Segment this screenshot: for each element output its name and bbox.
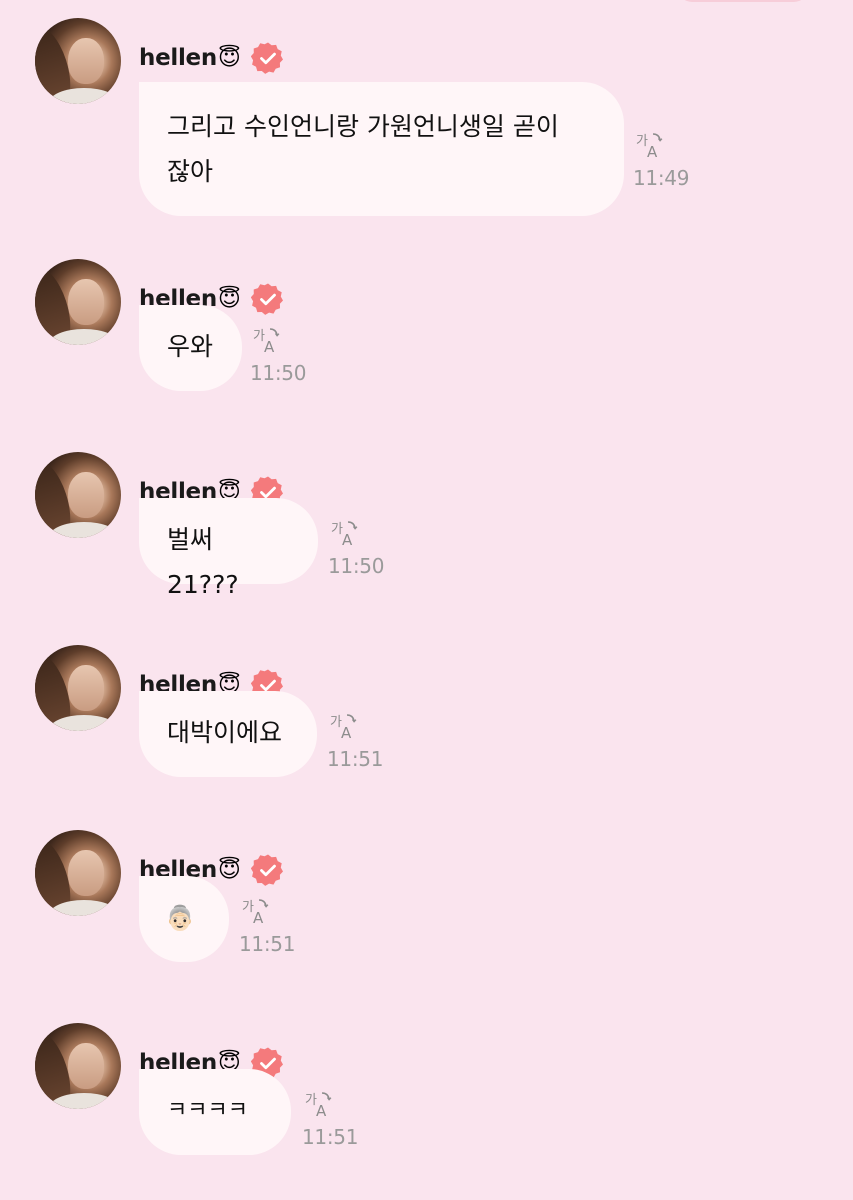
message-meta: 가 A 11:50	[328, 518, 384, 578]
translate-icon[interactable]: 가 A	[252, 325, 282, 355]
message-time: 11:51	[302, 1125, 359, 1149]
translate-icon[interactable]: 가 A	[330, 518, 360, 548]
translate-icon[interactable]: 가 A	[635, 130, 665, 160]
svg-text:A: A	[264, 338, 275, 355]
message-meta: 가 A 11:51	[327, 711, 383, 771]
sender-avatar[interactable]	[35, 259, 121, 345]
message-time: 11:49	[633, 166, 690, 190]
message-meta: 가 A 11:49	[633, 130, 689, 190]
verified-badge-icon	[250, 854, 283, 886]
old-woman-emoji: 👵🏻	[165, 904, 195, 932]
message-bubble[interactable]: 👵🏻	[139, 876, 229, 962]
message-bubble[interactable]: 벌써 21???	[139, 498, 318, 599]
sender-name[interactable]: hellen😇	[139, 45, 241, 71]
sender-avatar[interactable]	[35, 452, 121, 538]
message-bubble[interactable]: 그리고 수인언니랑 가원언니생일 곧이 잖아	[139, 82, 624, 216]
verified-badge-icon	[250, 42, 283, 74]
svg-text:A: A	[342, 531, 353, 548]
translate-icon[interactable]: 가 A	[304, 1089, 334, 1119]
verified-badge-icon	[250, 283, 283, 315]
message-meta: 가 A 11:51	[302, 1089, 358, 1149]
previous-message-bubble-edge	[678, 0, 808, 2]
sender-name-row: hellen😇	[139, 42, 285, 74]
sender-avatar[interactable]	[35, 18, 121, 104]
translate-icon[interactable]: 가 A	[241, 896, 271, 926]
message-time: 11:51	[239, 932, 296, 956]
svg-text:A: A	[253, 909, 264, 926]
svg-text:A: A	[341, 724, 352, 741]
message-bubble[interactable]: 대박이에요	[139, 691, 317, 777]
message-time: 11:50	[250, 361, 307, 385]
translate-icon[interactable]: 가 A	[329, 711, 359, 741]
sender-avatar[interactable]	[35, 1023, 121, 1109]
message-meta: 가 A 11:50	[250, 325, 306, 385]
message-bubble[interactable]: 우와	[139, 305, 242, 391]
sender-avatar[interactable]	[35, 830, 121, 916]
halo-smile-emoji: 😇	[217, 46, 241, 71]
message-time: 11:50	[328, 554, 385, 578]
halo-smile-emoji: 😇	[217, 858, 241, 883]
svg-text:A: A	[316, 1102, 327, 1119]
svg-text:A: A	[647, 143, 658, 160]
halo-smile-emoji: 😇	[217, 287, 241, 312]
message-meta: 가 A 11:51	[239, 896, 295, 956]
sender-avatar[interactable]	[35, 645, 121, 731]
message-time: 11:51	[327, 747, 384, 771]
message-bubble[interactable]: ㅋㅋㅋㅋ	[139, 1069, 291, 1155]
